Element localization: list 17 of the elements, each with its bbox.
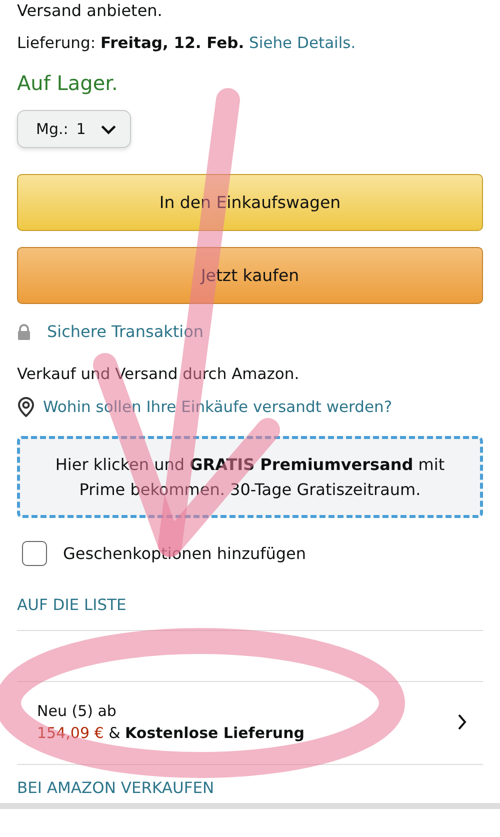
body-text: Versand anbieten. bbox=[17, 0, 164, 22]
secure-transaction-link[interactable]: Sichere Transaktion bbox=[47, 322, 204, 341]
offers-title: Neu (5) ab bbox=[37, 701, 118, 722]
location-link[interactable]: Wohin sollen Ihre Einkäufe versandt werden? bbox=[43, 398, 392, 416]
prime-banner[interactable]: Hier klicken und GRATIS Premiumversand mit Prime bekommen. 30-Tage Gratiszeitraum. bbox=[17, 436, 483, 518]
sell-on-amazon-link[interactable]: BEI AMAZON VERKAUFEN bbox=[17, 779, 214, 797]
stock-status: Auf Lager. bbox=[17, 70, 119, 96]
seller-text: Verkauf und Versand durch Amazon. bbox=[17, 364, 300, 385]
buy-now-button[interactable]: Jetzt kaufen bbox=[17, 247, 483, 304]
add-to-list-link[interactable]: AUF DIE LISTE bbox=[17, 596, 126, 614]
price-text: 154,09 € bbox=[37, 724, 104, 742]
quantity-dropdown[interactable]: Mg.: 1 bbox=[17, 110, 131, 148]
gift-options-label[interactable]: Geschenkoptionen hinzufügen bbox=[63, 544, 306, 563]
delivery-text: Lieferung: Freitag, 12. Feb. Siehe Details. bbox=[17, 33, 357, 54]
shipping-text: & Kostenlose Lieferung bbox=[108, 724, 304, 742]
add-to-cart-button[interactable]: In den Einkaufswagen bbox=[17, 174, 483, 231]
details-link[interactable]: Siehe Details. bbox=[249, 34, 356, 52]
